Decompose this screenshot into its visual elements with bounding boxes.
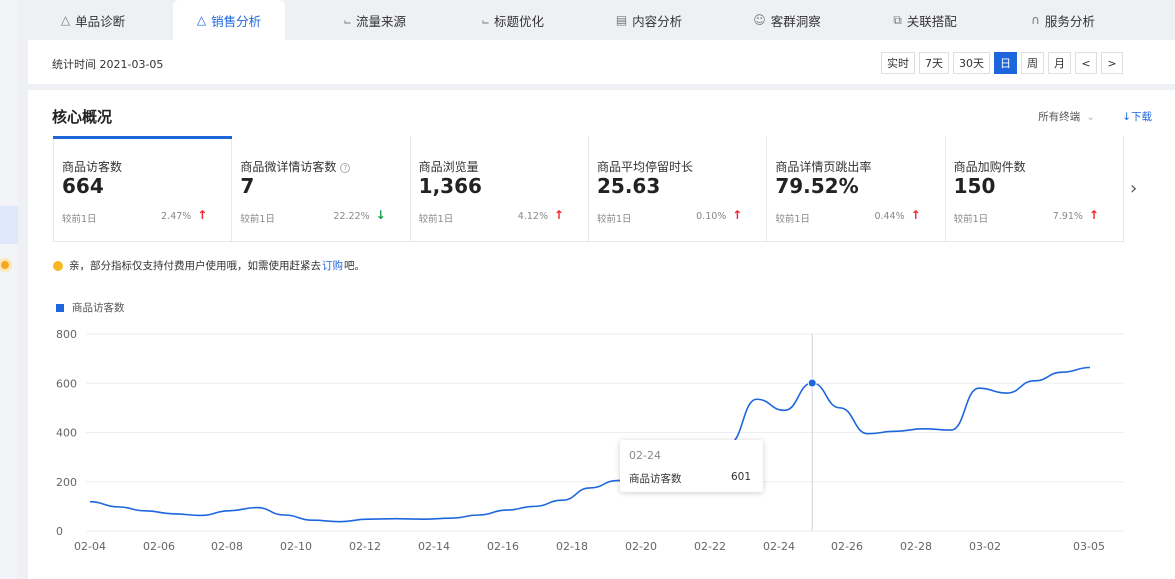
tab-label: 客群洞察 — [770, 13, 821, 29]
tab-7[interactable]: ⧉ 关联搭配 — [860, 0, 990, 40]
x-tick-label: 02-14 — [418, 540, 450, 553]
visitors-line-chart[interactable]: 0 200 400 600 800 02-04 02-06 02-08 02-10 02-12 02… — [28, 90, 1175, 579]
y-tick-label: 800 — [56, 328, 77, 341]
tooltip-value: 601 — [730, 471, 751, 483]
left-sidebar-active-item[interactable] — [0, 206, 18, 244]
core-overview-card: 核心概况 所有终端 ⌄ ↓下载 商品访客数 664 较前1日 2.47% ↑ 商品微详情访客… — [28, 90, 1175, 579]
x-tick-label: 03-02 — [969, 540, 1001, 553]
users-icon: ☺ — [753, 13, 766, 27]
link-icon: ⧉ — [893, 12, 902, 27]
tab-label: 服务分析 — [1044, 13, 1095, 29]
tab-label: 销售分析 — [211, 13, 262, 29]
tab-label: 内容分析 — [632, 13, 683, 29]
tab-3[interactable]: ⨽ 流量来源 — [310, 0, 440, 40]
x-tick-label: 02-06 — [143, 540, 175, 553]
x-tick-label: 02-26 — [831, 540, 863, 553]
tab-6[interactable]: ☺ 客群洞察 — [722, 0, 852, 40]
period-button-4[interactable]: 周 — [1021, 52, 1044, 74]
y-tick-label: 600 — [56, 377, 77, 390]
tab-label: 单品诊断 — [75, 13, 126, 29]
period-button-7[interactable]: > — [1101, 52, 1123, 74]
left-sidebar-strip — [0, 0, 18, 579]
x-tick-label: 02-18 — [556, 540, 588, 553]
x-tick-label: 02-08 — [211, 540, 243, 553]
period-button-3[interactable]: 日 — [994, 52, 1017, 74]
period-button-5[interactable]: 月 — [1048, 52, 1071, 74]
stat-time: 统计时间 2021-03-05 — [52, 58, 164, 71]
tab-1[interactable]: △ 单品诊断 — [28, 0, 158, 40]
x-tick-label: 02-10 — [280, 540, 312, 553]
bag-icon: △ — [196, 13, 207, 27]
tab-4[interactable]: ⨽ 标题优化 — [448, 0, 578, 40]
line-chart-icon: ⨽ — [481, 12, 489, 27]
chart-tooltip: 02-24 商品访客数 601 — [620, 440, 763, 492]
period-button-2[interactable]: 30天 — [953, 52, 990, 74]
period-button-6[interactable]: < — [1075, 52, 1097, 74]
bag-icon: △ — [60, 13, 71, 27]
x-tick-label: 02-16 — [487, 540, 519, 553]
date-bar: 统计时间 2021-03-05 实时 7天 30天日周月 < > — [28, 40, 1175, 84]
highlighted-point — [807, 378, 817, 388]
x-tick-label: 02-20 — [625, 540, 657, 553]
period-selector: 实时 7天 30天日周月 < > — [881, 52, 1123, 74]
headset-icon: ∩ — [1031, 13, 1040, 27]
x-tick-label: 02-24 — [763, 540, 795, 553]
period-button-0[interactable]: 实时 — [881, 52, 915, 74]
tab-label: 标题优化 — [494, 13, 545, 29]
y-tick-label: 200 — [56, 476, 77, 489]
tooltip-series-name: 商品访客数 — [629, 473, 682, 485]
tab-label: 流量来源 — [356, 13, 407, 29]
tab-5[interactable]: ▤ 内容分析 — [584, 0, 714, 40]
period-button-1[interactable]: 7天 — [919, 52, 949, 74]
analysis-tabs: △ 单品诊断 △ 销售分析 ⨽ 流量来源 ⨽ 标题优化 ▤ 内容分析 ☺ 客群洞察 ⧉ 关联搭配 ∩ 服务分析 — [28, 0, 1175, 40]
document-icon: ▤ — [615, 13, 628, 27]
x-tick-label: 02-12 — [349, 540, 381, 553]
y-tick-label: 400 — [56, 427, 77, 440]
series-line — [89, 366, 1091, 523]
y-tick-label: 0 — [56, 525, 63, 538]
tooltip-date: 02-24 — [629, 449, 661, 462]
tab-8[interactable]: ∩ 服务分析 — [998, 0, 1128, 40]
tab-2[interactable]: △ 销售分析 — [173, 0, 285, 40]
x-tick-label: 02-22 — [694, 540, 726, 553]
tab-label: 关联搭配 — [906, 13, 957, 29]
x-tick-label: 02-28 — [900, 540, 932, 553]
x-tick-label: 03-05 — [1073, 540, 1105, 553]
x-tick-label: 02-04 — [74, 540, 106, 553]
line-chart-icon: ⨽ — [343, 12, 351, 27]
